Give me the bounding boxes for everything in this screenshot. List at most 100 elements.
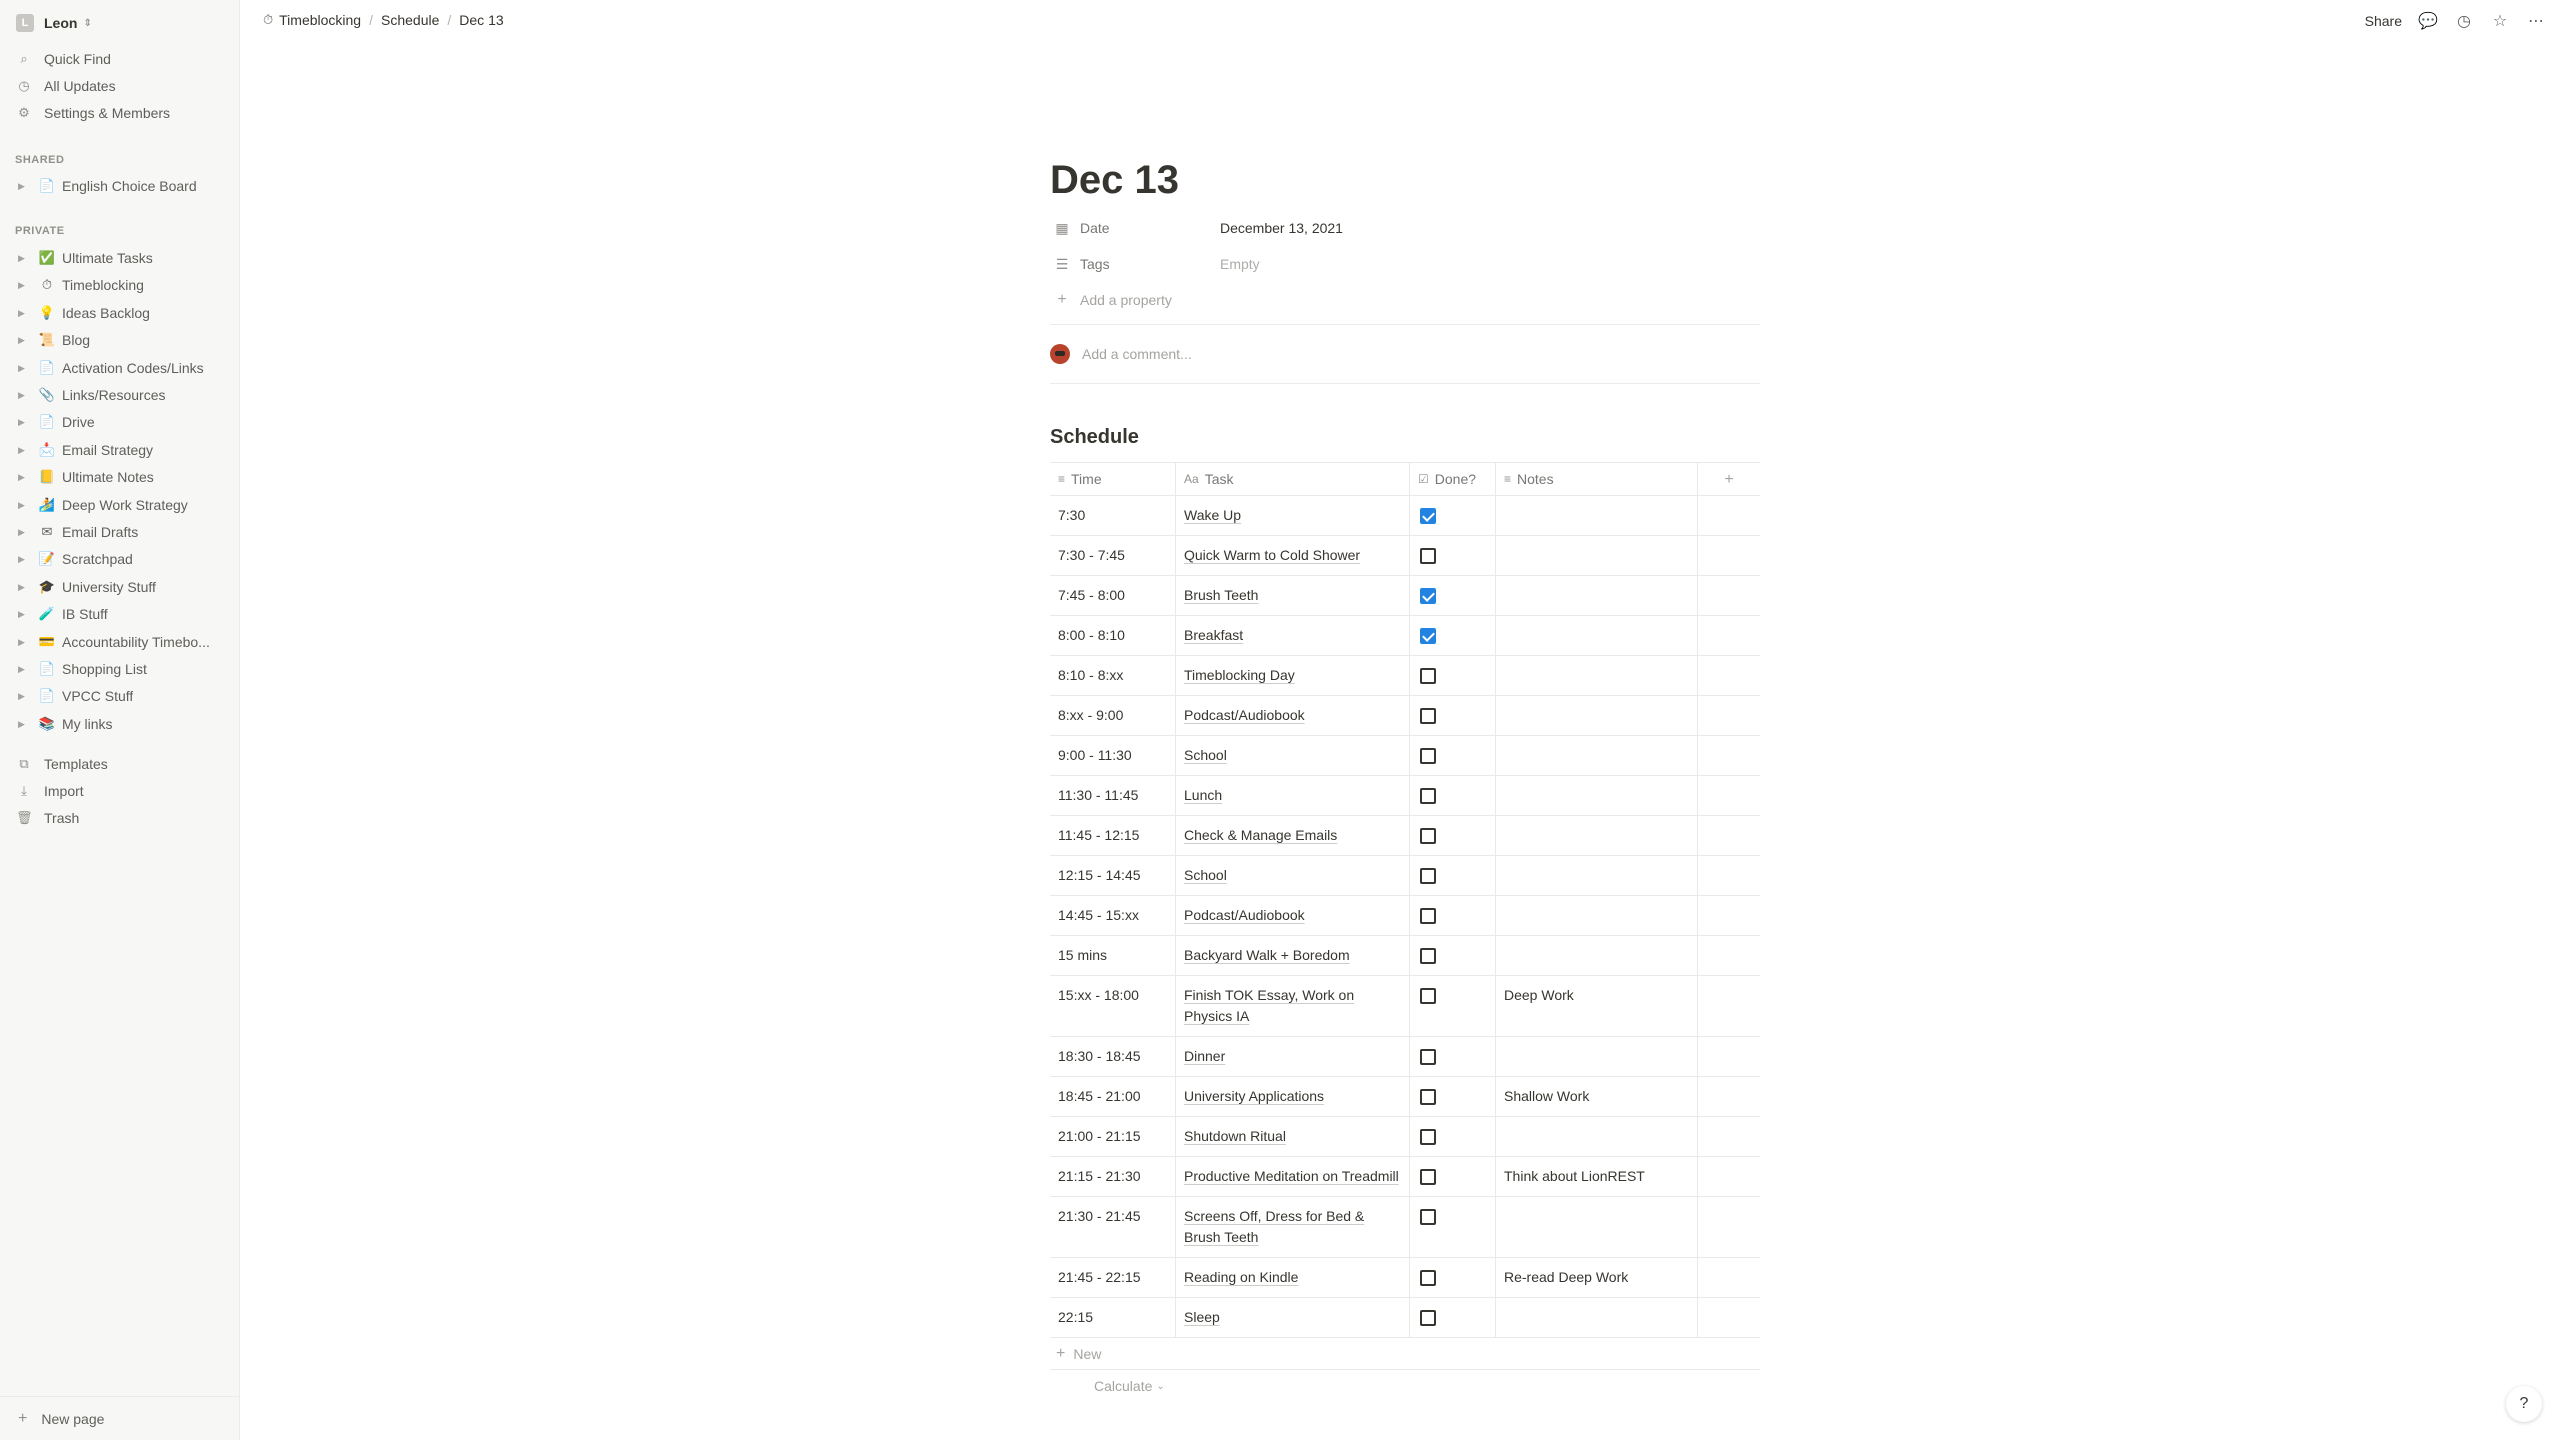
table-row[interactable]: 7:45 - 8:00 Brush Teeth xyxy=(1050,576,1760,616)
expand-triangle-icon[interactable]: ▶ xyxy=(18,554,28,565)
cell-notes[interactable] xyxy=(1496,816,1698,855)
done-checkbox[interactable] xyxy=(1420,668,1436,685)
cell-time[interactable]: 7:30 xyxy=(1050,496,1176,535)
done-checkbox[interactable] xyxy=(1420,628,1436,645)
sidebar-item[interactable]: ▶ 🧪 IB Stuff xyxy=(18,602,228,626)
sidebar-item[interactable]: ▶ 📜 Blog xyxy=(18,328,228,352)
cell-time[interactable]: 15 mins xyxy=(1050,936,1176,975)
task-title[interactable]: Timeblocking Day xyxy=(1184,667,1295,683)
cell-task[interactable]: Check & Manage Emails xyxy=(1176,816,1410,855)
task-title[interactable]: Dinner xyxy=(1184,1048,1225,1064)
cell-task[interactable]: Sleep xyxy=(1176,1298,1410,1337)
cell-time[interactable]: 8:00 - 8:10 xyxy=(1050,616,1176,655)
expand-triangle-icon[interactable]: ▶ xyxy=(18,472,28,483)
cell-done[interactable] xyxy=(1410,1197,1496,1257)
sidebar-item[interactable]: ▶ 📎 Links/Resources xyxy=(18,383,228,407)
cell-task[interactable]: Reading on Kindle xyxy=(1176,1258,1410,1297)
quick-find-button[interactable]: ⌕ Quick Find xyxy=(16,47,236,71)
cell-notes[interactable] xyxy=(1496,896,1698,935)
cell-task[interactable]: Quick Warm to Cold Shower xyxy=(1176,536,1410,575)
cell-done[interactable] xyxy=(1410,536,1496,575)
task-title[interactable]: Productive Meditation on Treadmill xyxy=(1184,1168,1399,1184)
settings-button[interactable]: ⚙ Settings & Members xyxy=(16,101,236,125)
cell-task[interactable]: Breakfast xyxy=(1176,616,1410,655)
done-checkbox[interactable] xyxy=(1420,1270,1436,1287)
expand-triangle-icon[interactable]: ▶ xyxy=(18,691,28,702)
done-checkbox[interactable] xyxy=(1420,1169,1436,1186)
add-property-button[interactable]: + Add a property xyxy=(1050,282,1760,318)
done-checkbox[interactable] xyxy=(1420,1049,1436,1066)
expand-triangle-icon[interactable]: ▶ xyxy=(18,637,28,648)
cell-notes[interactable] xyxy=(1496,496,1698,535)
cell-notes[interactable] xyxy=(1496,856,1698,895)
task-title[interactable]: Shutdown Ritual xyxy=(1184,1128,1286,1144)
table-row[interactable]: 18:30 - 18:45 Dinner xyxy=(1050,1037,1760,1077)
task-title[interactable]: University Applications xyxy=(1184,1088,1324,1104)
cell-done[interactable] xyxy=(1410,1298,1496,1337)
done-checkbox[interactable] xyxy=(1420,988,1436,1005)
sidebar-item[interactable]: ▶ 📄 Shopping List xyxy=(18,657,228,681)
table-row[interactable]: 11:45 - 12:15 Check & Manage Emails xyxy=(1050,816,1760,856)
cell-done[interactable] xyxy=(1410,976,1496,1036)
column-header-notes[interactable]: ≡ Notes xyxy=(1496,463,1698,495)
cell-done[interactable] xyxy=(1410,1077,1496,1116)
expand-triangle-icon[interactable]: ▶ xyxy=(18,308,28,319)
templates-button[interactable]: ⧉ Templates xyxy=(16,752,236,776)
breadcrumb-item-schedule[interactable]: Schedule xyxy=(381,12,439,28)
done-checkbox[interactable] xyxy=(1420,708,1436,725)
sidebar-item[interactable]: ▶ 💡 Ideas Backlog xyxy=(18,301,228,325)
cell-notes[interactable] xyxy=(1496,1117,1698,1156)
cell-task[interactable]: Backyard Walk + Boredom xyxy=(1176,936,1410,975)
cell-notes[interactable] xyxy=(1496,1197,1698,1257)
help-button[interactable]: ? xyxy=(2506,1386,2542,1422)
sidebar-item[interactable]: ▶ 🏄 Deep Work Strategy xyxy=(18,493,228,517)
sidebar-item[interactable]: ▶ 📄 Drive xyxy=(18,410,228,434)
sidebar-item-english-choice-board[interactable]: ▶ 📄 English Choice Board xyxy=(18,174,228,198)
table-row[interactable]: 12:15 - 14:45 School xyxy=(1050,856,1760,896)
expand-triangle-icon[interactable]: ▶ xyxy=(18,719,28,730)
cell-time[interactable]: 18:45 - 21:00 xyxy=(1050,1077,1176,1116)
done-checkbox[interactable] xyxy=(1420,1310,1436,1327)
cell-time[interactable]: 21:00 - 21:15 xyxy=(1050,1117,1176,1156)
breadcrumb-item-current[interactable]: Dec 13 xyxy=(459,12,503,28)
cell-done[interactable] xyxy=(1410,856,1496,895)
cell-notes[interactable] xyxy=(1496,656,1698,695)
expand-triangle-icon[interactable]: ▶ xyxy=(18,582,28,593)
table-row[interactable]: 11:30 - 11:45 Lunch xyxy=(1050,776,1760,816)
table-row[interactable]: 18:45 - 21:00 University Applications Shal… xyxy=(1050,1077,1760,1117)
add-column-button[interactable]: + xyxy=(1698,463,1760,495)
done-checkbox[interactable] xyxy=(1420,548,1436,565)
task-title[interactable]: Check & Manage Emails xyxy=(1184,827,1337,843)
task-title[interactable]: Backyard Walk + Boredom xyxy=(1184,947,1350,963)
calculate-button[interactable]: Calculate ⌄ xyxy=(1050,1370,1760,1402)
property-tags[interactable]: ☰ Tags Empty xyxy=(1050,246,1760,282)
cell-time[interactable]: 9:00 - 11:30 xyxy=(1050,736,1176,775)
cell-task[interactable]: Finish TOK Essay, Work on Physics IA xyxy=(1176,976,1410,1036)
cell-done[interactable] xyxy=(1410,1037,1496,1076)
cell-notes[interactable] xyxy=(1496,776,1698,815)
expand-triangle-icon[interactable]: ▶ xyxy=(18,664,28,675)
column-header-task[interactable]: Aa Task xyxy=(1176,463,1410,495)
cell-task[interactable]: Shutdown Ritual xyxy=(1176,1117,1410,1156)
table-row[interactable]: 22:15 Sleep xyxy=(1050,1298,1760,1338)
cell-task[interactable]: School xyxy=(1176,856,1410,895)
done-checkbox[interactable] xyxy=(1420,748,1436,765)
cell-notes[interactable] xyxy=(1496,576,1698,615)
expand-triangle-icon[interactable]: ▶ xyxy=(18,527,28,538)
history-icon[interactable]: ◷ xyxy=(2454,11,2474,31)
property-value-date[interactable]: December 13, 2021 xyxy=(1220,220,1343,236)
cell-time[interactable]: 21:45 - 22:15 xyxy=(1050,1258,1176,1297)
cell-time[interactable]: 7:45 - 8:00 xyxy=(1050,576,1176,615)
cell-notes[interactable]: Re-read Deep Work xyxy=(1496,1258,1698,1297)
cell-task[interactable]: Lunch xyxy=(1176,776,1410,815)
cell-task[interactable]: Brush Teeth xyxy=(1176,576,1410,615)
cell-time[interactable]: 11:30 - 11:45 xyxy=(1050,776,1176,815)
cell-task[interactable]: Podcast/Audiobook xyxy=(1176,896,1410,935)
sidebar-item[interactable]: ▶ 📝 Scratchpad xyxy=(18,547,228,571)
cell-notes[interactable] xyxy=(1496,616,1698,655)
task-title[interactable]: Quick Warm to Cold Shower xyxy=(1184,547,1360,563)
cell-done[interactable] xyxy=(1410,776,1496,815)
schedule-heading[interactable]: Schedule xyxy=(1050,420,1760,454)
expand-triangle-icon[interactable]: ▶ xyxy=(18,181,28,192)
cell-notes[interactable] xyxy=(1496,1298,1698,1337)
